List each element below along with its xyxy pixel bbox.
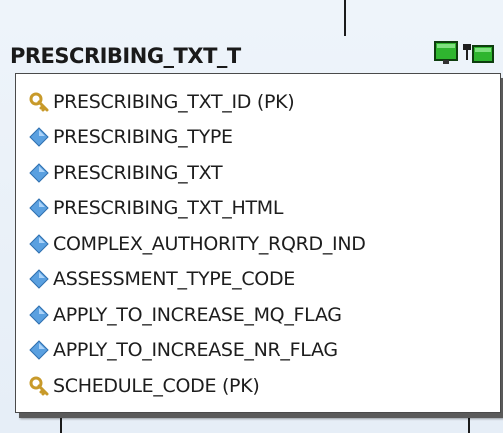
key-icon bbox=[28, 375, 50, 397]
diagram-canvas: PRESCRIBING_TXT_T PRESCRIBING_TXT_ID (PK… bbox=[0, 0, 503, 433]
field-row[interactable]: APPLY_TO_INCREASE_NR_FLAG bbox=[28, 333, 500, 369]
field-name: PRESCRIBING_TXT bbox=[53, 161, 223, 184]
field-name: SCHEDULE_CODE (PK) bbox=[53, 374, 260, 397]
field-row[interactable]: APPLY_TO_INCREASE_MQ_FLAG bbox=[28, 297, 500, 333]
field-name: PRESCRIBING_TXT_ID (PK) bbox=[53, 90, 295, 113]
field-name: APPLY_TO_INCREASE_NR_FLAG bbox=[53, 339, 338, 362]
field-name: ASSESSMENT_TYPE_CODE bbox=[53, 268, 295, 291]
field-name: PRESCRIBING_TXT_HTML bbox=[53, 197, 284, 220]
relationship-line-bottom-left bbox=[60, 418, 62, 433]
relationship-line-bottom-right bbox=[468, 418, 470, 433]
field-name: APPLY_TO_INCREASE_MQ_FLAG bbox=[53, 303, 342, 326]
field-list: PRESCRIBING_TXT_ID (PK) PRESCRIBING_TYPE P… bbox=[16, 74, 500, 404]
field-row[interactable]: SCHEDULE_CODE (PK) bbox=[28, 368, 500, 404]
key-icon bbox=[28, 91, 50, 113]
relationship-line-top bbox=[344, 0, 346, 36]
database-table-icon bbox=[434, 41, 494, 64]
field-row[interactable]: PRESCRIBING_TXT_ID (PK) bbox=[28, 84, 500, 120]
diamond-icon bbox=[28, 339, 50, 361]
diamond-icon bbox=[28, 233, 50, 255]
diamond-icon bbox=[28, 126, 50, 148]
field-name: COMPLEX_AUTHORITY_RQRD_IND bbox=[53, 232, 366, 255]
entity-title[interactable]: PRESCRIBING_TXT_T bbox=[10, 44, 241, 68]
entity-box[interactable]: PRESCRIBING_TXT_ID (PK) PRESCRIBING_TYPE P… bbox=[15, 73, 501, 413]
field-row[interactable]: PRESCRIBING_TYPE bbox=[28, 120, 500, 156]
diamond-icon bbox=[28, 268, 50, 290]
field-row[interactable]: PRESCRIBING_TXT_HTML bbox=[28, 191, 500, 227]
field-row[interactable]: COMPLEX_AUTHORITY_RQRD_IND bbox=[28, 226, 500, 262]
diamond-icon bbox=[28, 304, 50, 326]
field-name: PRESCRIBING_TYPE bbox=[53, 126, 233, 149]
diamond-icon bbox=[28, 162, 50, 184]
field-row[interactable]: PRESCRIBING_TXT bbox=[28, 155, 500, 191]
diamond-icon bbox=[28, 197, 50, 219]
field-row[interactable]: ASSESSMENT_TYPE_CODE bbox=[28, 262, 500, 298]
